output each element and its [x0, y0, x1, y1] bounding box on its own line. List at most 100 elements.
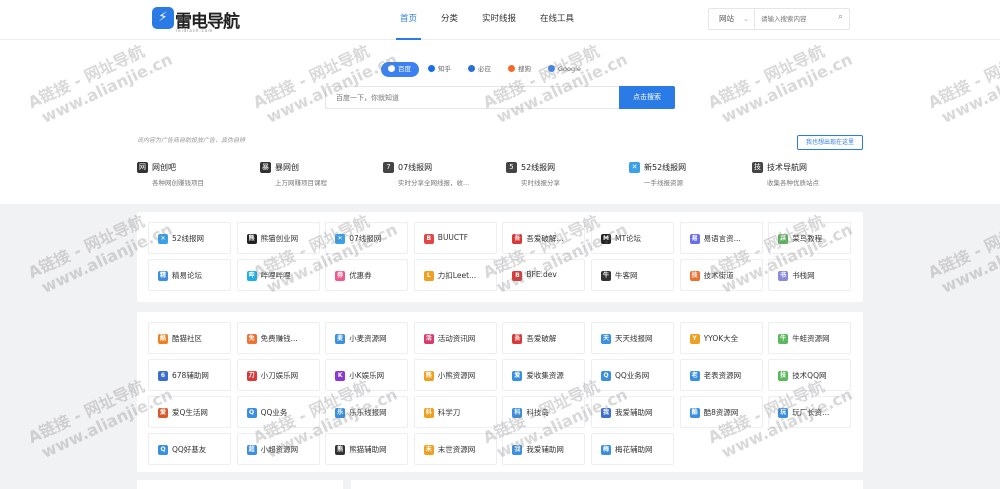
- site-logo[interactable]: ⚡ 雷电导航 leidiash.com: [152, 6, 252, 34]
- watermark: A链接 - 网址导航www.alianjie.cn: [925, 202, 1000, 299]
- search-engine-icon: [428, 65, 435, 72]
- site-tile[interactable]: Q QQ业务网: [591, 359, 674, 391]
- ad-title: 新52线报网: [644, 163, 687, 172]
- nav-home[interactable]: 首页: [396, 0, 422, 40]
- nav-category[interactable]: 分类: [441, 0, 458, 40]
- site-tile[interactable]: K 小K娱乐网: [325, 359, 409, 391]
- site-tile[interactable]: Q QQ业务: [236, 396, 320, 428]
- site-name: 爱Q生活网: [172, 408, 208, 417]
- site-tile[interactable]: 哔哔哩哔哩: [236, 259, 320, 291]
- site-tile[interactable]: 易易语言资...: [679, 222, 763, 254]
- site-name: 书栈网: [792, 271, 815, 280]
- site-tile[interactable]: 我我爱辅助网: [502, 433, 586, 465]
- site-tile[interactable]: 吾吾爱破解: [502, 322, 586, 354]
- site-tile[interactable]: 爱爱Q生活网: [148, 396, 231, 428]
- site-tile[interactable]: L 力扣Leet...: [413, 259, 497, 291]
- engine-tab[interactable]: Google: [541, 62, 589, 77]
- ad-item[interactable]: 网网创吧 各种网创赚钱项目: [137, 161, 262, 191]
- site-tile[interactable]: 酷酷8资源网: [679, 396, 763, 428]
- ad-item[interactable]: 7 07线报网 实时分享全网线报，收...: [383, 161, 508, 191]
- bottom-panel-right: [351, 480, 863, 489]
- engine-label: 必应: [478, 65, 491, 73]
- logo-subtitle: leidiash.com: [176, 28, 214, 33]
- site-icon: 刀: [246, 371, 257, 381]
- site-tile[interactable]: 熊熊猫创业网: [236, 222, 320, 254]
- header-search-input[interactable]: [761, 12, 831, 26]
- site-tile[interactable]: 超小超资源网: [236, 433, 320, 465]
- site-name: 小超资源网: [260, 445, 299, 454]
- site-tile[interactable]: 乐乐乐线报网: [325, 396, 409, 428]
- site-name: 熊猫创业网: [260, 234, 299, 243]
- site-tile[interactable]: 熊小熊资源网: [413, 359, 497, 391]
- engine-tab[interactable]: 必应: [461, 62, 499, 77]
- site-tile[interactable]: 玩玩厂长资...: [768, 396, 852, 428]
- engine-tab[interactable]: 知乎: [421, 62, 459, 77]
- site-tile[interactable]: 牛牛客网: [591, 259, 674, 291]
- ad-title: 07线报网: [398, 163, 433, 172]
- site-icon: 超: [246, 445, 257, 455]
- site-tile[interactable]: M MT论坛: [591, 222, 674, 254]
- site-tile[interactable]: 技技术街道: [679, 259, 763, 291]
- site-tile[interactable]: 老老表资源网: [679, 359, 763, 391]
- site-tile[interactable]: 菜菜鸟教程: [768, 222, 852, 254]
- site-tile[interactable]: 梅梅花辅助网: [591, 433, 674, 465]
- engine-tab[interactable]: 百度: [381, 62, 419, 77]
- ad-item[interactable]: 技技术导航网 收集各种优质站点: [752, 161, 877, 191]
- site-tile[interactable]: 天天天线报网: [591, 322, 674, 354]
- site-name: 哔哩哔哩: [260, 271, 291, 280]
- site-tile[interactable]: 券优惠券: [325, 259, 409, 291]
- site-tile[interactable]: 吾吾爱破解...: [502, 222, 586, 254]
- search-engine-icon: [508, 65, 515, 72]
- site-icon: K: [335, 371, 346, 381]
- ad-item[interactable]: ✕ 新52线报网 一手线报资源: [629, 161, 754, 191]
- site-tile[interactable]: 科科学刀: [413, 396, 497, 428]
- site-tile[interactable]: B BUUCTF: [413, 222, 497, 254]
- site-name: BUUCTF: [437, 233, 469, 242]
- site-tile[interactable]: 免免费赚钱...: [236, 322, 320, 354]
- site-tile[interactable]: 精精易论坛: [148, 259, 231, 291]
- engine-label: 搜狗: [518, 65, 531, 73]
- site-icon: 技: [778, 371, 789, 381]
- advertise-button[interactable]: 我也想出现在这里: [797, 135, 863, 150]
- site-icon: 吾: [512, 334, 523, 344]
- site-tile[interactable]: Q QQ好基友: [148, 433, 231, 465]
- search-button[interactable]: 点击搜索: [619, 86, 675, 109]
- engine-tab[interactable]: 搜狗: [501, 62, 539, 77]
- site-name: 爱收集资源: [526, 371, 564, 380]
- search-icon[interactable]: ⌕: [838, 12, 843, 22]
- ad-item[interactable]: 5 52线报网 实时线报分享: [506, 161, 631, 191]
- site-icon: 天: [601, 334, 611, 344]
- site-tile[interactable]: 酷酷猫社区: [148, 322, 231, 354]
- site-tile[interactable]: 活活动资讯网: [413, 322, 497, 354]
- site-tile[interactable]: 我我爱辅助网: [591, 396, 674, 428]
- site-name: 免费赚钱...: [260, 334, 298, 343]
- search-engine-icon: [548, 65, 555, 72]
- site-tile[interactable]: 爱爱收集资源: [502, 359, 586, 391]
- nav-online-tools[interactable]: 在线工具: [540, 0, 574, 40]
- site-tile[interactable]: ✕ 52线报网: [148, 222, 231, 254]
- main-search-input[interactable]: [325, 86, 619, 109]
- site-tile[interactable]: 末末世资源网: [413, 433, 497, 465]
- site-tile[interactable]: Y YYOK大全: [679, 322, 763, 354]
- nav-realtime-deals[interactable]: 实时线报: [482, 0, 516, 40]
- ad-description: 各种网创赚钱项目: [152, 179, 204, 187]
- site-tile[interactable]: B BFE.dev: [502, 259, 586, 291]
- site-tile[interactable]: ✕ 07线报网: [325, 222, 409, 254]
- site-icon: 玩: [778, 408, 789, 418]
- ad-item[interactable]: 暴暴网创 上万网赚项目课程: [260, 161, 385, 191]
- site-tile[interactable]: 技技术QQ网: [768, 359, 852, 391]
- site-tile[interactable]: 牛牛蛙资源网: [768, 322, 852, 354]
- site-icon: 菜: [778, 234, 789, 244]
- site-name: MT论坛: [615, 234, 642, 243]
- site-tile[interactable]: 麦小麦资源网: [325, 322, 409, 354]
- site-tile[interactable]: 熊熊猫辅助网: [325, 433, 409, 465]
- site-tile[interactable]: 刀小刀娱乐网: [236, 359, 320, 391]
- site-icon: 科: [512, 408, 523, 418]
- site-tile[interactable]: 6 678辅助网: [148, 359, 231, 391]
- site-tile[interactable]: 书书栈网: [768, 259, 852, 291]
- site-tile[interactable]: 科科技岛: [502, 396, 586, 428]
- search-type-select[interactable]: 网站 ⌄: [709, 9, 755, 29]
- site-name: 菜鸟教程: [792, 234, 823, 243]
- lightning-logo-icon: ⚡: [152, 7, 174, 29]
- site-name: 力扣Leet...: [437, 271, 477, 280]
